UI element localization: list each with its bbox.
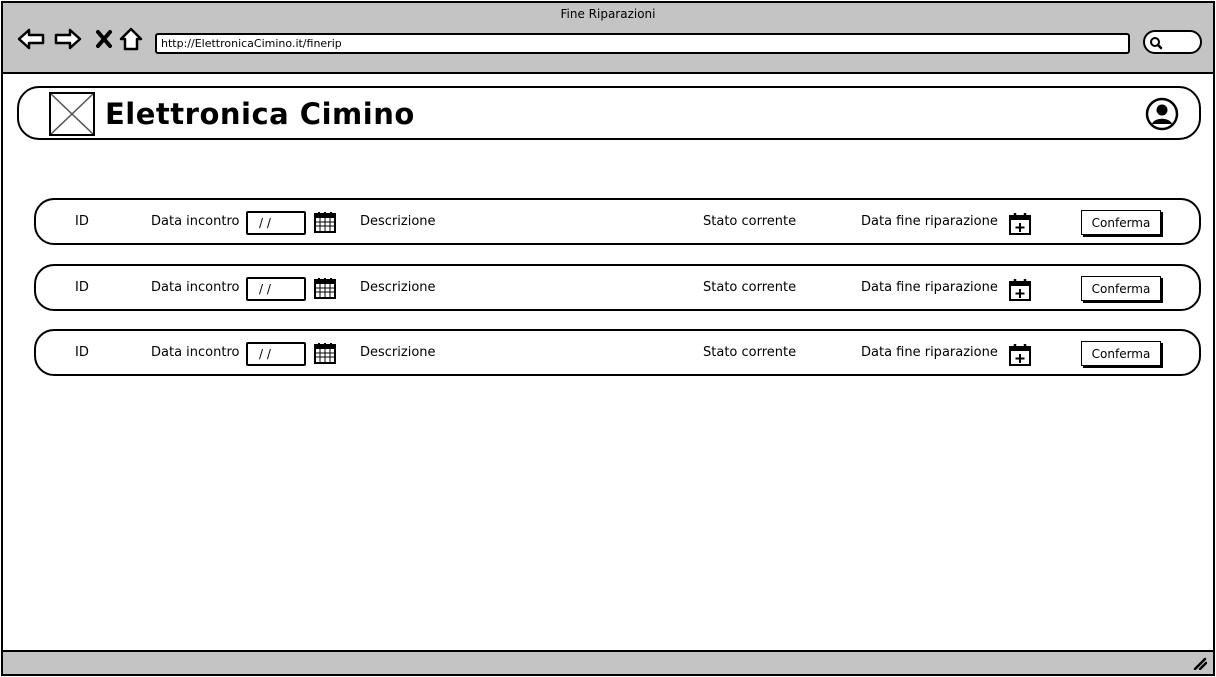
meeting-date-input[interactable]: / / <box>246 342 306 366</box>
repair-row: ID Data incontro / / Descrizione Stato c… <box>34 264 1201 311</box>
search-icon <box>1150 37 1163 50</box>
repair-row: ID Data incontro / / Descrizione Stato c… <box>34 329 1201 376</box>
image-placeholder-icon <box>49 92 95 136</box>
repair-end-date-label: Data fine riparazione <box>861 214 998 229</box>
calendar-icon[interactable] <box>313 341 337 365</box>
browser-toolbar: Fine Riparazioni http://ElettronicaCimin… <box>3 3 1213 74</box>
calendar-add-icon[interactable] <box>1008 341 1032 367</box>
meeting-date-label: Data incontro <box>151 280 240 295</box>
home-icon[interactable] <box>116 24 146 54</box>
row-id: ID <box>75 280 89 295</box>
row-id: ID <box>75 214 89 229</box>
current-status: Stato corrente <box>703 280 797 295</box>
browser-window: Fine Riparazioni http://ElettronicaCimin… <box>1 1 1215 676</box>
calendar-icon[interactable] <box>313 210 337 234</box>
repair-end-date-label: Data fine riparazione <box>861 280 998 295</box>
search-field[interactable] <box>1143 30 1202 54</box>
current-status: Stato corrente <box>703 345 797 360</box>
app-header: Elettronica Cimino <box>17 86 1201 140</box>
confirm-button[interactable]: Conferma <box>1081 341 1161 366</box>
meeting-date-label: Data incontro <box>151 214 240 229</box>
description: Descrizione <box>360 214 436 229</box>
confirm-button[interactable]: Conferma <box>1081 210 1161 235</box>
row-id: ID <box>75 345 89 360</box>
description: Descrizione <box>360 345 436 360</box>
description: Descrizione <box>360 280 436 295</box>
meeting-date-input[interactable]: / / <box>246 211 306 235</box>
back-arrow-icon[interactable] <box>16 24 46 54</box>
close-x-icon[interactable] <box>89 24 119 54</box>
repair-row: ID Data incontro / / Descrizione Stato c… <box>34 198 1201 245</box>
forward-arrow-icon[interactable] <box>53 24 83 54</box>
confirm-button[interactable]: Conferma <box>1081 276 1161 301</box>
repair-end-date-label: Data fine riparazione <box>861 345 998 360</box>
status-bar <box>3 650 1213 674</box>
calendar-add-icon[interactable] <box>1008 210 1032 236</box>
calendar-add-icon[interactable] <box>1008 276 1032 302</box>
window-title: Fine Riparazioni <box>560 7 656 21</box>
url-input[interactable]: http://ElettronicaCimino.it/finerip <box>155 33 1130 54</box>
calendar-icon[interactable] <box>313 276 337 300</box>
current-status: Stato corrente <box>703 214 797 229</box>
resize-handle-icon[interactable] <box>1193 656 1207 670</box>
meeting-date-input[interactable]: / / <box>246 277 306 301</box>
user-avatar-icon[interactable] <box>1145 97 1179 135</box>
brand-title: Elettronica Cimino <box>105 97 415 131</box>
meeting-date-label: Data incontro <box>151 345 240 360</box>
